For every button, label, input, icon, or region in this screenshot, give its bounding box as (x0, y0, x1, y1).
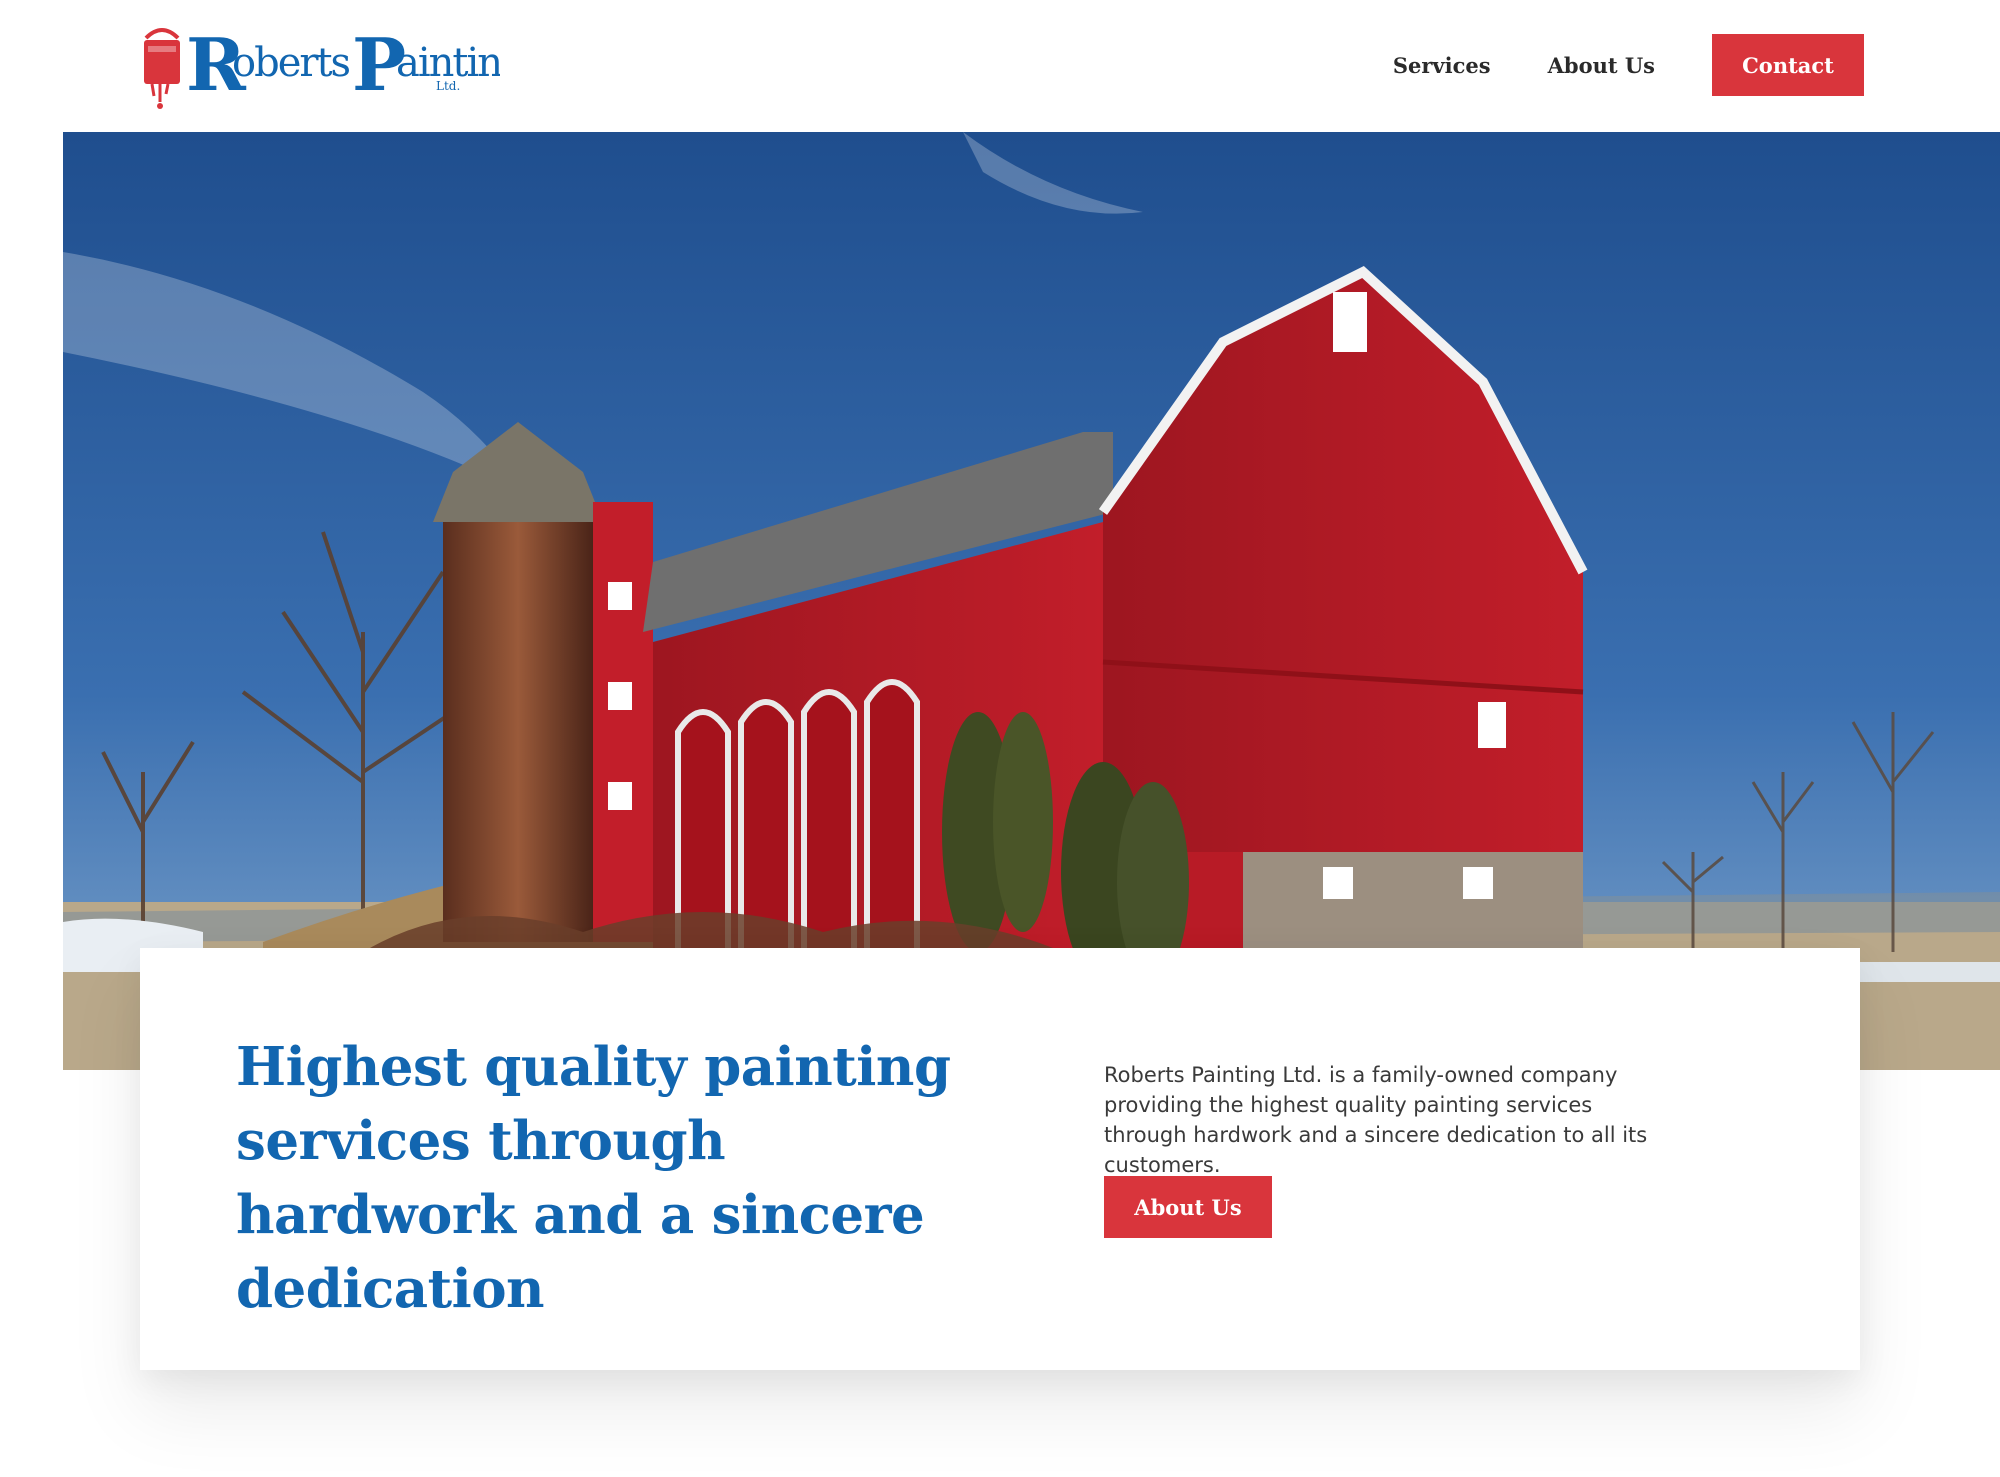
nav-about-us[interactable]: About Us (1548, 53, 1655, 78)
contact-button[interactable]: Contact (1712, 34, 1864, 96)
about-us-button[interactable]: About Us (1104, 1176, 1272, 1238)
hero-barn-image (63, 132, 2000, 1070)
main-nav: Services About Us Contact (1393, 34, 1864, 96)
svg-text:Ltd.: Ltd. (436, 79, 460, 93)
svg-text:oberts: oberts (232, 40, 350, 86)
roberts-painting-logo[interactable]: R oberts P ainting Ltd. (140, 22, 528, 112)
nav-services[interactable]: Services (1393, 53, 1491, 78)
company-description: Roberts Painting Ltd. is a family-owned … (1104, 1063, 1648, 1177)
paint-can-icon (144, 28, 180, 109)
site-header: R oberts P ainting Ltd. Services About U… (0, 0, 2000, 132)
hero-headline: Highest quality painting services throug… (236, 1036, 951, 1320)
